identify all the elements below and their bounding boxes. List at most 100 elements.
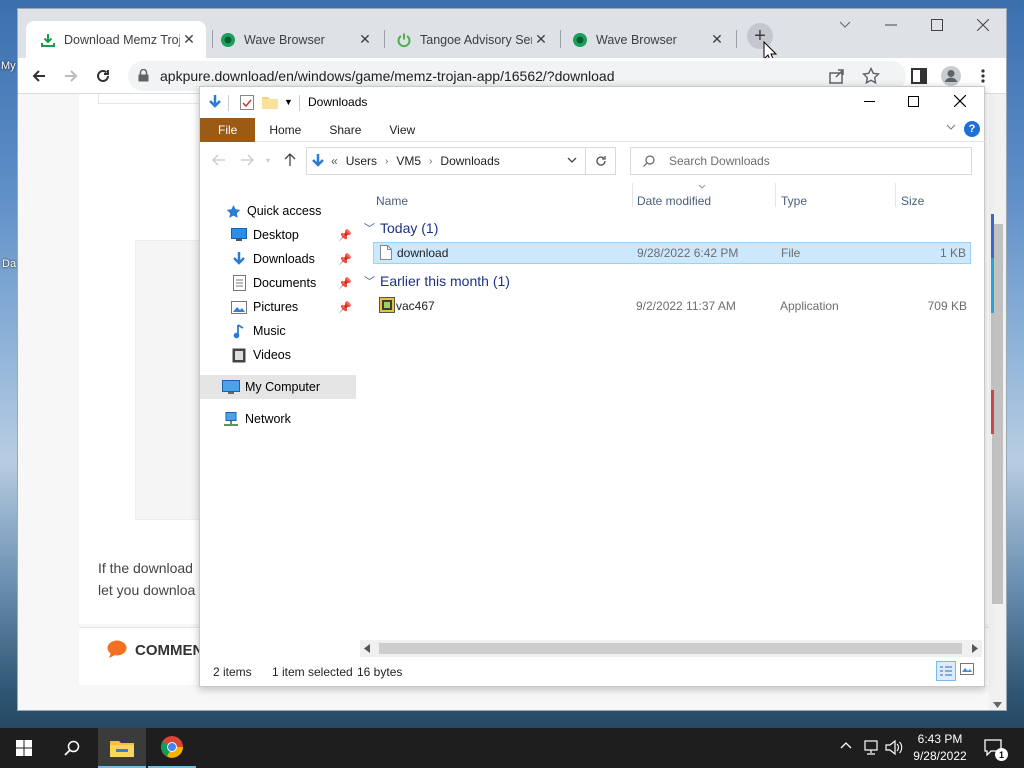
- close-window-button[interactable]: [960, 9, 1006, 41]
- scroll-down-icon[interactable]: [993, 702, 1002, 708]
- column-size[interactable]: Size: [901, 190, 924, 212]
- breadcrumb-users[interactable]: Users: [346, 154, 377, 168]
- pin-icon[interactable]: 📌: [338, 301, 352, 314]
- column-divider[interactable]: [632, 183, 633, 207]
- downloads-icon: [230, 250, 248, 268]
- breadcrumb-downloads[interactable]: Downloads: [440, 154, 499, 168]
- column-divider[interactable]: [895, 183, 896, 207]
- ribbon-tab-view[interactable]: View: [375, 118, 429, 142]
- close-icon[interactable]: ✕: [532, 31, 550, 49]
- page-scrollbar[interactable]: [989, 94, 1006, 710]
- up-arrow-icon[interactable]: [284, 153, 296, 167]
- share-icon[interactable]: [828, 67, 846, 85]
- nav-music[interactable]: Music: [200, 319, 356, 343]
- minimize-button[interactable]: [864, 101, 875, 102]
- download-arrow-icon: [40, 32, 56, 48]
- large-icons-view-icon[interactable]: [960, 663, 974, 675]
- tab-wave-browser[interactable]: Wave Browser ✕: [206, 21, 382, 58]
- nav-label: Desktop: [253, 228, 299, 242]
- close-icon[interactable]: ✕: [356, 31, 374, 49]
- volume-icon[interactable]: [885, 740, 903, 755]
- nav-quick-access[interactable]: Quick access: [200, 199, 356, 223]
- bookmark-star-icon[interactable]: [862, 67, 880, 85]
- search-icon[interactable]: [48, 728, 96, 768]
- tab-download-memz[interactable]: Download Memz Troj ✕: [26, 21, 206, 58]
- close-icon[interactable]: ✕: [708, 31, 726, 49]
- file-name: download: [397, 246, 449, 260]
- column-name[interactable]: Name: [376, 190, 408, 212]
- customize-dropdown-icon[interactable]: ▼: [284, 97, 293, 107]
- nav-pictures[interactable]: Pictures 📌: [200, 295, 356, 319]
- new-folder-icon[interactable]: [262, 95, 278, 109]
- file-explorer-taskbar-icon[interactable]: [98, 728, 146, 768]
- taskbar-date[interactable]: 9/28/2022: [908, 749, 972, 763]
- nav-desktop[interactable]: Desktop 📌: [200, 223, 356, 247]
- tab-title: Tangoe Advisory Serv: [420, 32, 532, 47]
- file-row[interactable]: download 9/28/2022 6:42 PM File 1 KB: [373, 242, 971, 264]
- address-dropdown-icon[interactable]: [567, 157, 577, 164]
- nav-downloads[interactable]: Downloads 📌: [200, 247, 356, 271]
- properties-icon[interactable]: [240, 95, 254, 110]
- documents-icon: [230, 274, 248, 292]
- address-path[interactable]: « Users › VM5 › Downloads: [306, 147, 586, 175]
- nav-network[interactable]: Network: [200, 407, 356, 431]
- scrollbar-thumb[interactable]: [379, 643, 962, 654]
- column-type[interactable]: Type: [781, 190, 807, 212]
- nav-my-computer[interactable]: My Computer: [200, 375, 356, 399]
- refresh-button[interactable]: [586, 147, 616, 175]
- taskbar-time[interactable]: 6:43 PM: [908, 732, 972, 746]
- lock-icon: [138, 69, 149, 82]
- pin-icon[interactable]: 📌: [338, 229, 352, 242]
- back-button[interactable]: [26, 63, 52, 89]
- file-row[interactable]: vac467 9/2/2022 11:37 AM Application 709…: [373, 295, 971, 317]
- scroll-right-icon[interactable]: [972, 644, 978, 653]
- status-bar: 2 items 1 item selected 16 bytes: [200, 657, 986, 687]
- column-divider[interactable]: [775, 183, 776, 207]
- group-header-earlier[interactable]: ﹀ Earlier this month (1): [364, 270, 510, 292]
- recent-dropdown-icon[interactable]: ▾: [266, 156, 270, 165]
- taskbar: 6:43 PM 9/28/2022 1: [0, 728, 1024, 768]
- tab-wave-browser-2[interactable]: Wave Browser ✕: [558, 21, 734, 58]
- network-tray-icon[interactable]: [862, 740, 880, 755]
- quick-access-arrow-icon[interactable]: [207, 94, 223, 110]
- maximize-button[interactable]: [914, 9, 960, 41]
- ribbon-tab-file[interactable]: File: [200, 117, 256, 142]
- expand-ribbon-icon[interactable]: [946, 124, 956, 131]
- forward-button[interactable]: [58, 63, 84, 89]
- maximize-button[interactable]: [908, 96, 919, 107]
- column-date-modified[interactable]: Date modified: [637, 190, 711, 212]
- start-button[interactable]: [0, 728, 48, 768]
- wave-icon: [572, 32, 588, 48]
- search-input[interactable]: Search Downloads: [630, 147, 972, 175]
- path-overflow[interactable]: «: [331, 154, 338, 168]
- breadcrumb-chevron-icon: ›: [385, 155, 389, 167]
- group-header-today[interactable]: ﹀ Today (1): [364, 217, 438, 239]
- nav-videos[interactable]: Videos: [200, 343, 356, 367]
- close-button[interactable]: [954, 95, 966, 107]
- breadcrumb-vm5[interactable]: VM5: [396, 154, 421, 168]
- nav-documents[interactable]: Documents 📌: [200, 271, 356, 295]
- chrome-taskbar-icon[interactable]: [148, 728, 196, 768]
- chevron-up-icon[interactable]: [840, 741, 852, 749]
- pin-icon[interactable]: 📌: [338, 253, 352, 266]
- tab-tangoe[interactable]: Tangoe Advisory Serv ✕: [382, 21, 558, 58]
- ribbon-tab-share[interactable]: Share: [315, 118, 375, 142]
- wave-icon: [220, 32, 236, 48]
- ribbon-tab-home[interactable]: Home: [255, 118, 315, 142]
- chevron-down-icon: ﹀: [364, 223, 375, 235]
- tab-search-icon[interactable]: [822, 9, 868, 41]
- minimize-button[interactable]: [868, 9, 914, 41]
- forward-arrow-icon[interactable]: [240, 154, 254, 166]
- videos-icon: [230, 346, 248, 364]
- details-view-icon[interactable]: [936, 661, 956, 681]
- page-text: If the download: [98, 560, 193, 576]
- back-arrow-icon[interactable]: [212, 154, 226, 166]
- help-icon[interactable]: ?: [964, 121, 980, 137]
- pin-icon[interactable]: 📌: [338, 277, 352, 290]
- horizontal-scrollbar[interactable]: [360, 640, 982, 657]
- reload-button[interactable]: [90, 63, 116, 89]
- file-icon: [380, 245, 392, 260]
- scroll-left-icon[interactable]: [364, 644, 370, 653]
- application-icon: [379, 297, 395, 313]
- close-icon[interactable]: ✕: [180, 31, 198, 49]
